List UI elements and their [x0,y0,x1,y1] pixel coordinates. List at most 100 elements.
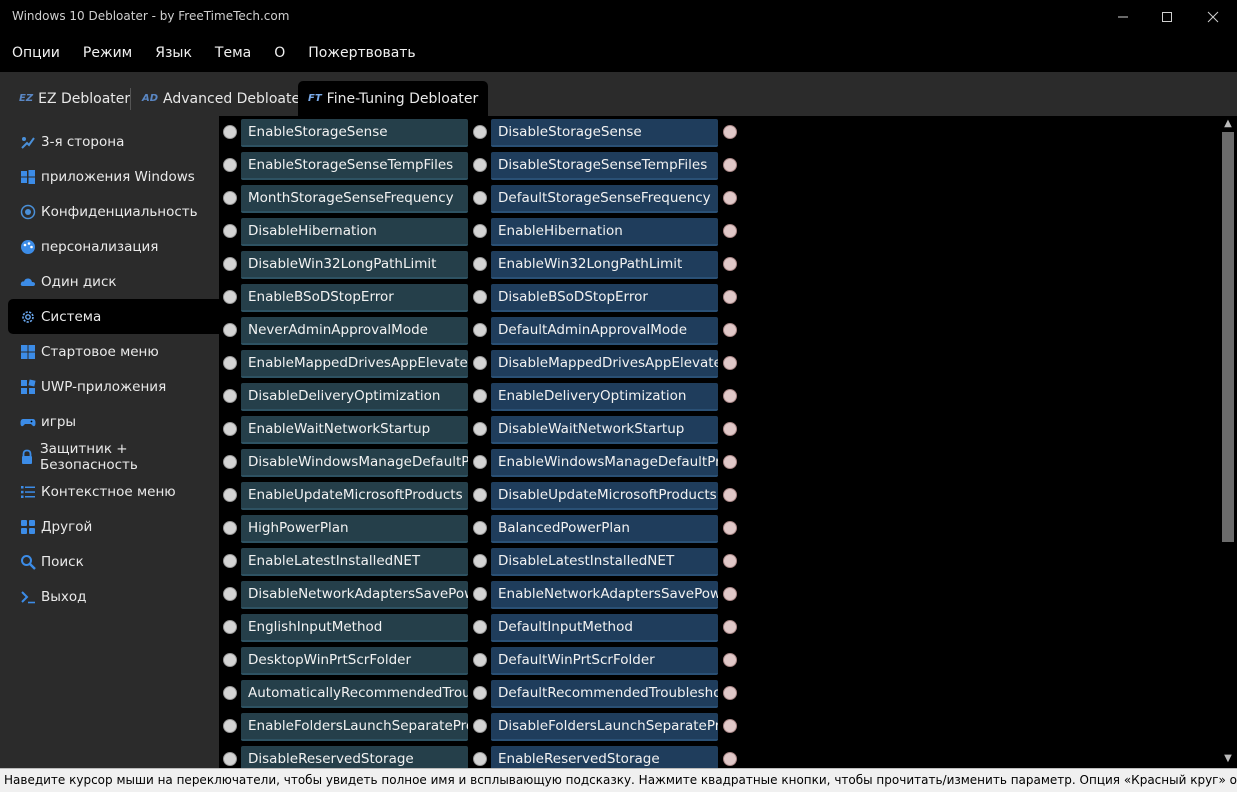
radio-none-red-circle[interactable] [723,455,737,469]
option-b-button[interactable]: DisableStorageSense [491,119,718,147]
radio-option-a[interactable] [223,554,237,568]
radio-none-red-circle[interactable] [723,686,737,700]
option-a-button[interactable]: HighPowerPlan [241,515,468,543]
radio-option-b[interactable] [473,257,487,271]
radio-option-a[interactable] [223,488,237,502]
option-b-button[interactable]: DisableFoldersLaunchSeparateProce [491,713,718,741]
close-button[interactable] [1190,0,1236,34]
option-a-button[interactable]: EnableBSoDStopError [241,284,468,312]
radio-none-red-circle[interactable] [723,752,737,766]
radio-option-b[interactable] [473,224,487,238]
radio-option-a[interactable] [223,686,237,700]
option-a-button[interactable]: NeverAdminApprovalMode [241,317,468,345]
sidebar-item-other[interactable]: Другой [8,509,219,544]
sidebar-item-windows-apps[interactable]: приложения Windows [8,159,219,194]
option-b-button[interactable]: EnableNetworkAdaptersSavePower [491,581,718,609]
radio-option-a[interactable] [223,620,237,634]
radio-none-red-circle[interactable] [723,257,737,271]
radio-none-red-circle[interactable] [723,125,737,139]
radio-option-b[interactable] [473,554,487,568]
sidebar-item-start-menu[interactable]: Стартовое меню [8,334,219,369]
radio-option-a[interactable] [223,422,237,436]
radio-option-b[interactable] [473,158,487,172]
option-b-button[interactable]: EnableDeliveryOptimization [491,383,718,411]
option-a-button[interactable]: EnableLatestInstalledNET [241,548,468,576]
tab-advanced-debloater[interactable]: AD Advanced Debloater [142,81,306,116]
radio-none-red-circle[interactable] [723,587,737,601]
radio-option-b[interactable] [473,521,487,535]
option-b-button[interactable]: DefaultRecommendedTroubleshooti [491,680,718,708]
option-a-button[interactable]: DisableNetworkAdaptersSavePower [241,581,468,609]
scroll-up-icon[interactable]: ▲ [1223,119,1233,129]
option-a-button[interactable]: EnglishInputMethod [241,614,468,642]
option-a-button[interactable]: DesktopWinPrtScrFolder [241,647,468,675]
option-b-button[interactable]: EnableWindowsManageDefaultPrint [491,449,718,477]
radio-option-b[interactable] [473,752,487,766]
tab-ez-debloater[interactable]: EZ EZ Debloater [19,81,130,116]
radio-option-b[interactable] [473,356,487,370]
sidebar-item-system[interactable]: Система [8,299,219,334]
radio-none-red-circle[interactable] [723,620,737,634]
scroll-down-icon[interactable]: ▼ [1223,754,1233,764]
radio-option-b[interactable] [473,653,487,667]
sidebar-item-uwp-apps[interactable]: UWP-приложения [8,369,219,404]
menu-mode[interactable]: Режим [83,45,132,61]
radio-option-a[interactable] [223,389,237,403]
radio-none-red-circle[interactable] [723,653,737,667]
menu-donate[interactable]: Пожертвовать [308,45,415,61]
radio-option-b[interactable] [473,323,487,337]
sidebar-item-onedrive[interactable]: Один диск [8,264,219,299]
option-a-button[interactable]: DisableWin32LongPathLimit [241,251,468,279]
sidebar-item-personalization[interactable]: персонализация [8,229,219,264]
radio-option-b[interactable] [473,389,487,403]
option-b-button[interactable]: DisableBSoDStopError [491,284,718,312]
sidebar-item-games[interactable]: игры [8,404,219,439]
radio-none-red-circle[interactable] [723,521,737,535]
option-b-button[interactable]: EnableWin32LongPathLimit [491,251,718,279]
radio-option-a[interactable] [223,752,237,766]
radio-none-red-circle[interactable] [723,488,737,502]
sidebar-item-exit[interactable]: Выход [8,579,219,614]
option-b-button[interactable]: DisableMappedDrivesAppElevatedA [491,350,718,378]
radio-option-a[interactable] [223,125,237,139]
radio-none-red-circle[interactable] [723,158,737,172]
sidebar-item-privacy[interactable]: Конфиденциальность [8,194,219,229]
radio-option-a[interactable] [223,719,237,733]
radio-option-a[interactable] [223,356,237,370]
radio-option-a[interactable] [223,521,237,535]
minimize-button[interactable] [1100,0,1146,34]
option-a-button[interactable]: DisableWindowsManageDefaultPrin [241,449,468,477]
radio-option-a[interactable] [223,257,237,271]
radio-option-a[interactable] [223,224,237,238]
option-b-button[interactable]: EnableReservedStorage [491,746,718,768]
option-a-button[interactable]: EnableMappedDrivesAppElevatedAc [241,350,468,378]
sidebar-item-defender-security[interactable]: Защитник + Безопасность [8,439,219,474]
maximize-button[interactable] [1144,0,1190,34]
option-b-button[interactable]: EnableHibernation [491,218,718,246]
radio-none-red-circle[interactable] [723,290,737,304]
radio-option-b[interactable] [473,191,487,205]
radio-option-b[interactable] [473,290,487,304]
radio-none-red-circle[interactable] [723,719,737,733]
menu-language[interactable]: Язык [155,45,192,61]
scrollbar-thumb[interactable] [1222,132,1234,542]
radio-option-a[interactable] [223,191,237,205]
radio-none-red-circle[interactable] [723,356,737,370]
sidebar-item-search[interactable]: Поиск [8,544,219,579]
radio-option-b[interactable] [473,719,487,733]
radio-none-red-circle[interactable] [723,389,737,403]
option-b-button[interactable]: DefaultInputMethod [491,614,718,642]
radio-option-b[interactable] [473,488,487,502]
option-a-button[interactable]: AutomaticallyRecommendedTrouble [241,680,468,708]
sidebar-item-context-menu[interactable]: Контекстное меню [8,474,219,509]
option-a-button[interactable]: EnableStorageSenseTempFiles [241,152,468,180]
option-b-button[interactable]: DefaultWinPrtScrFolder [491,647,718,675]
radio-option-a[interactable] [223,653,237,667]
option-b-button[interactable]: DefaultAdminApprovalMode [491,317,718,345]
radio-none-red-circle[interactable] [723,422,737,436]
radio-option-b[interactable] [473,587,487,601]
radio-option-b[interactable] [473,686,487,700]
option-a-button[interactable]: EnableUpdateMicrosoftProducts [241,482,468,510]
radio-option-b[interactable] [473,422,487,436]
radio-none-red-circle[interactable] [723,323,737,337]
